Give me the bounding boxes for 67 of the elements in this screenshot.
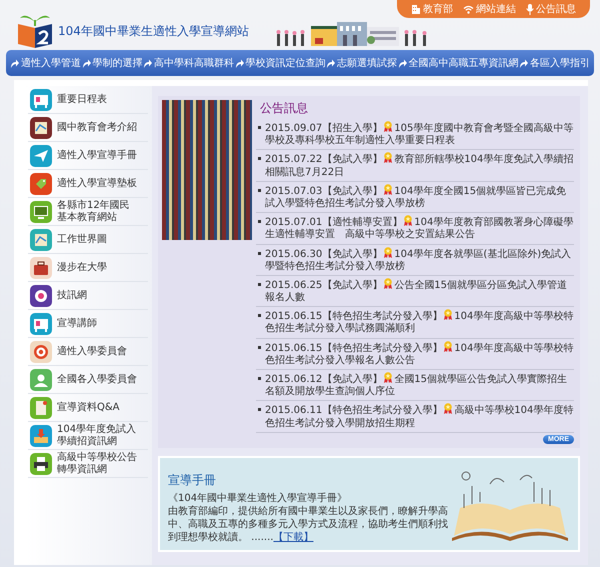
bullet-icon bbox=[258, 282, 261, 286]
medal-icon bbox=[383, 246, 394, 258]
bullet-icon bbox=[258, 314, 261, 318]
sidebar-item[interactable]: 技訊網 bbox=[28, 282, 148, 310]
news-link[interactable]: 2015.07.03【免試入學】 104學年度全國15個就學區皆已完成免試入學暨特色招生考試分發入學放榜 bbox=[265, 184, 574, 210]
arrow-icon bbox=[234, 58, 244, 68]
news-heading: 公告訊息 bbox=[260, 100, 309, 117]
handbook-subtitle: 《104年國中畢業生適性入學宣導手冊》 bbox=[168, 492, 348, 505]
nav-link[interactable]: 志願選填試探 bbox=[326, 56, 397, 70]
handbook-heading: 宣導手冊 bbox=[168, 472, 217, 489]
bullet-icon bbox=[258, 220, 261, 224]
sidebar-item[interactable]: 國中教育會考介紹 bbox=[28, 114, 148, 142]
sidebar-item[interactable]: 全國各入學委員會 bbox=[28, 366, 148, 394]
medal-icon bbox=[383, 278, 394, 289]
medal-icon bbox=[383, 184, 394, 195]
medal-icon bbox=[403, 215, 414, 226]
news-link[interactable]: 2015.07.22【免試入學】 教育部所轄學校104學年度免試入學續招相關訊息7月22日 bbox=[265, 152, 574, 179]
news-link[interactable]: 2015.06.30【免試入學】 104學年度各就學區(基北區除外)免試入學暨特色招生考試分發入學放榜 bbox=[265, 246, 574, 273]
sidebar-item[interactable]: 工作世界圖 bbox=[28, 226, 148, 254]
news-link[interactable]: 2015.06.11【特色招生考試分發入學】 高級中等學校104學年度特色招生考試分發入學開放招生期程 bbox=[265, 403, 574, 430]
download-link[interactable]: 【下載】 bbox=[273, 532, 314, 543]
nav-link[interactable]: 全國高中高職五專資訊網 bbox=[398, 56, 518, 70]
news-link[interactable]: 2015.07.01【適性輔導安置】 104學年度教育部國教署身心障礙學生適性輔導安置 高級中等學校之安置結果公告 bbox=[265, 215, 574, 242]
news-link[interactable]: 2015.06.15【特色招生考試分發入學】 104學年度高級中等學校特色招生考試分發入學報名人數公告 bbox=[265, 340, 574, 367]
medal-icon bbox=[443, 309, 454, 320]
nav-link[interactable]: 高中學科高職群科 bbox=[143, 56, 234, 70]
sidebar-item[interactable]: 104學年度免試入學續招資訊網 bbox=[28, 422, 148, 450]
sidebar-item[interactable]: 適性入學委員會 bbox=[28, 338, 148, 366]
arrow-icon bbox=[398, 58, 406, 68]
nav-link[interactable]: 各區入學指引 bbox=[519, 56, 590, 70]
arrow-icon bbox=[10, 58, 19, 68]
news-link[interactable]: 2015.06.25【免試入學】 公告全國15個就學區分區免試入學管道報名人數 bbox=[265, 278, 574, 304]
sidebar-item[interactable]: 漫步在大學 bbox=[28, 254, 148, 282]
news-link[interactable]: 2015.06.15【特色招生考試分發入學】 104學年度高級中等學校特色招生考試分發入學試務圓滿順利 bbox=[265, 309, 574, 336]
news-link[interactable]: 2015.06.12【免試入學】 全國15個就學區公告免試入學實際招生名額及開放學生查詢個人序位 bbox=[265, 372, 574, 398]
sidebar-item[interactable]: 各縣市12年國民基本教育網站 bbox=[28, 198, 148, 226]
medal-icon bbox=[443, 403, 454, 414]
building-icon bbox=[411, 4, 421, 14]
news-link[interactable]: 2015.09.07【招生入學】 105學年度國中教育會考暨全國高級中等學校及專科學校五年制適性入學重要日程表 bbox=[265, 121, 574, 148]
sidebar-item[interactable]: 重要日程表 bbox=[28, 86, 148, 114]
medal-icon bbox=[443, 340, 454, 352]
handbook-description: 由教育部編印，提供給所有國中畢業生以及家長們，瞭解升學高中、高職及五專的多種多元入學方式及流程，協助考生們順利找到理想學校就讀。 .......【下載】 bbox=[168, 504, 449, 544]
nav-link[interactable]: 適性入學管道 bbox=[10, 56, 81, 70]
sidebar-item[interactable]: 適性入學宣導墊板 bbox=[28, 170, 148, 198]
bullet-icon bbox=[258, 157, 261, 160]
bullet-icon bbox=[258, 346, 261, 349]
wifi-icon bbox=[463, 4, 474, 14]
sidebar-item[interactable]: 高級中等學校公告轉學資訊網 bbox=[28, 450, 148, 478]
nav-link[interactable]: 學校資訊定位查詢 bbox=[234, 56, 326, 70]
medal-icon bbox=[383, 121, 394, 132]
site-title: 104年國中畢業生適性入學宣導網站 bbox=[58, 23, 249, 40]
medal-icon bbox=[383, 372, 394, 383]
arrow-icon bbox=[82, 58, 90, 68]
microphone-icon bbox=[526, 4, 534, 14]
bullet-icon bbox=[258, 188, 261, 192]
medal-icon bbox=[383, 152, 394, 164]
arrow-icon bbox=[519, 58, 528, 68]
arrow-icon bbox=[326, 58, 335, 68]
nav-link[interactable]: 學制的選擇 bbox=[82, 56, 142, 70]
bullet-icon bbox=[258, 377, 261, 380]
sidebar-item[interactable]: 適性入學宣導手冊 bbox=[28, 142, 148, 170]
arrow-icon bbox=[143, 58, 152, 68]
bullet-icon bbox=[258, 126, 261, 129]
sidebar-item[interactable]: 宣導講師 bbox=[28, 310, 148, 338]
bullet-icon bbox=[258, 408, 261, 412]
sidebar-item[interactable]: 宣導資料Q&A bbox=[28, 394, 148, 422]
bullet-icon bbox=[258, 252, 261, 254]
